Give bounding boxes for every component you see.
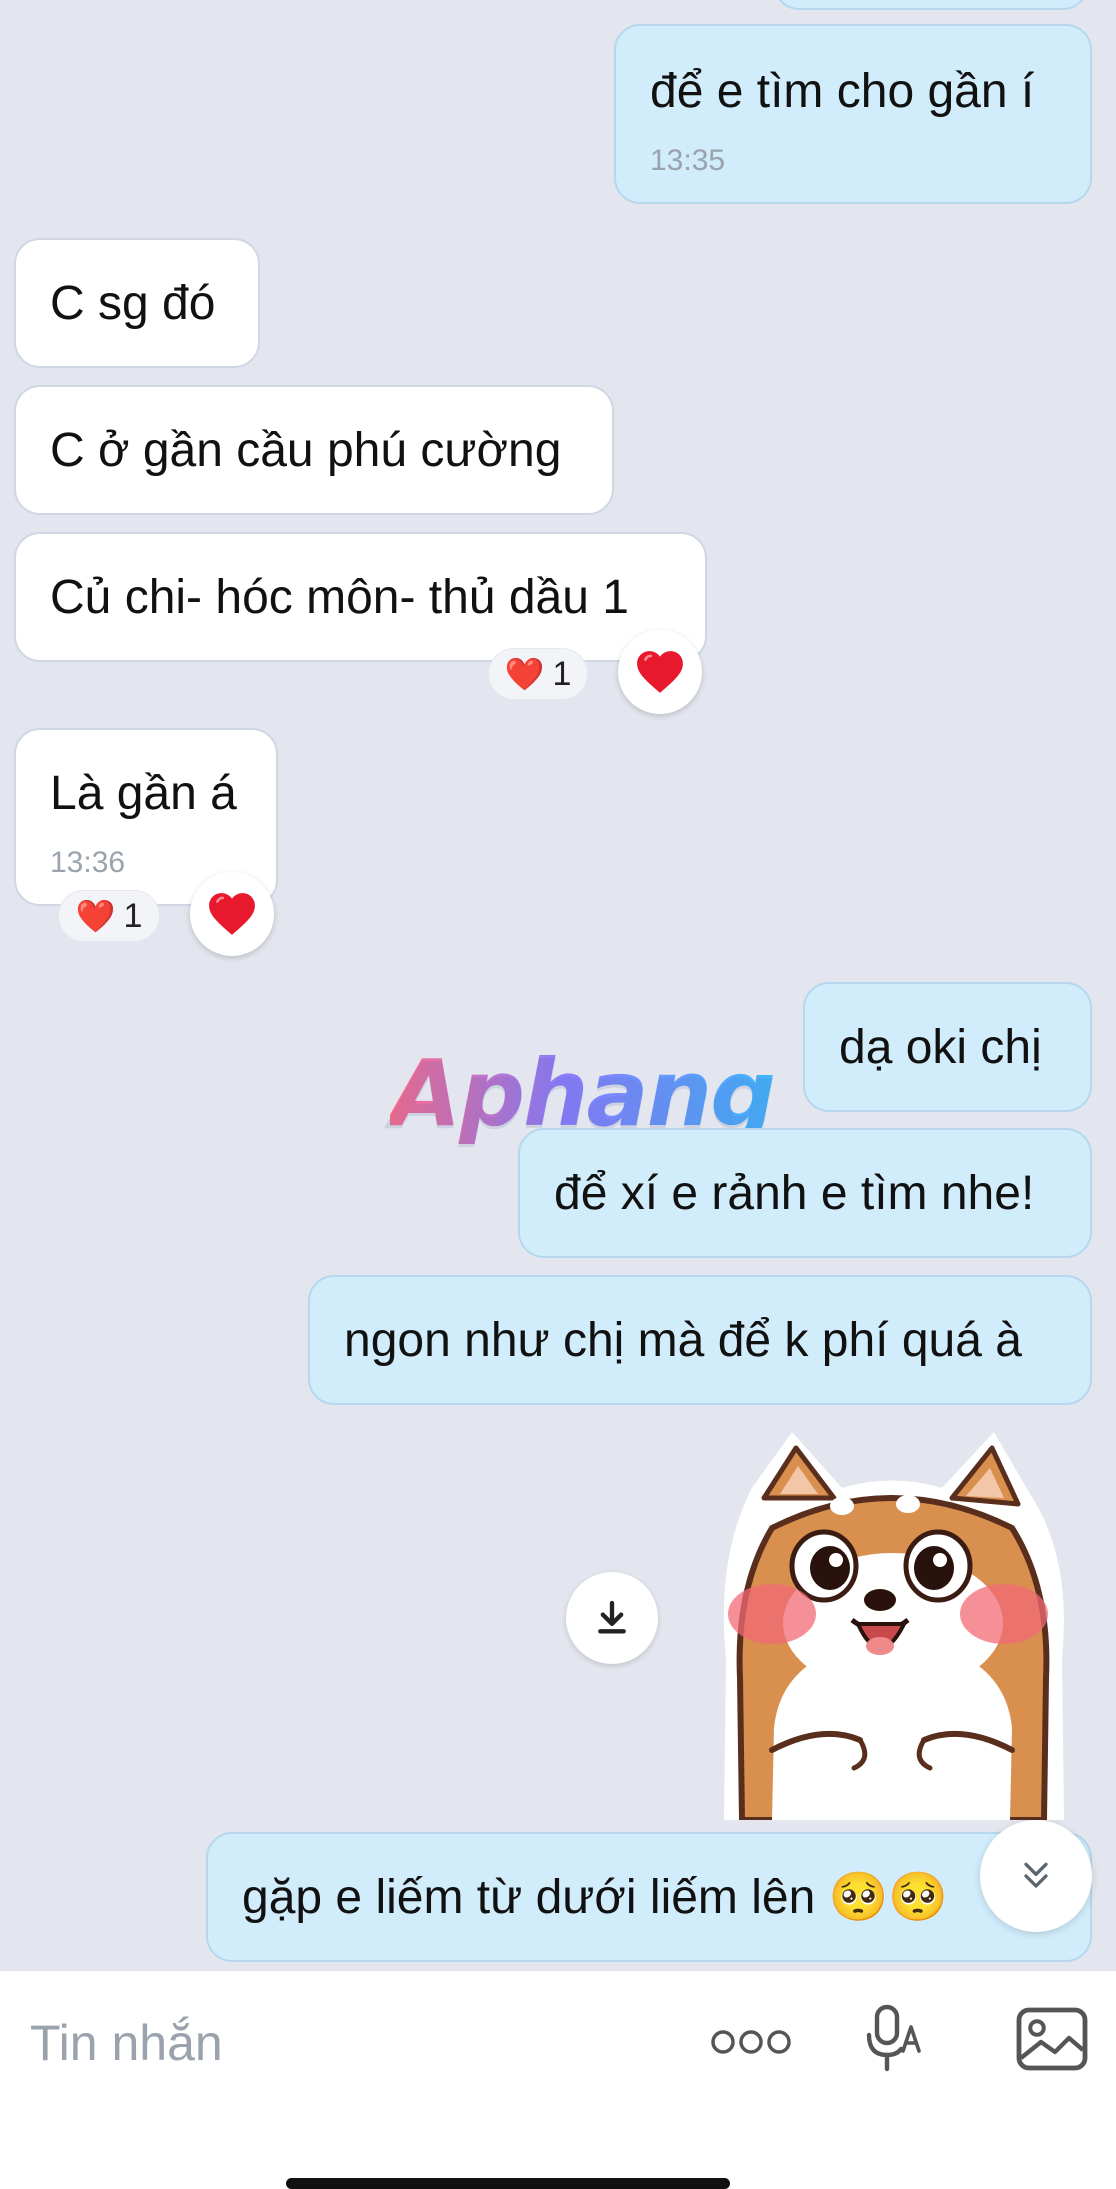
react-button[interactable] bbox=[190, 872, 274, 956]
message-incoming[interactable]: C ở gần cầu phú cường bbox=[14, 385, 614, 515]
download-sticker-button[interactable] bbox=[566, 1572, 658, 1664]
more-options-icon bbox=[711, 2030, 791, 2054]
voice-to-text-icon bbox=[866, 2004, 921, 2072]
image-icon bbox=[1016, 2007, 1088, 2071]
message-text: để xí e rảnh e tìm nhe! bbox=[554, 1167, 1035, 1220]
heart-icon bbox=[209, 893, 255, 935]
message-outgoing[interactable]: ngon như chị mà để k phí quá à bbox=[308, 1275, 1092, 1405]
message-outgoing[interactable]: để e tìm cho gần í 13:35 bbox=[614, 24, 1092, 204]
heart-emoji: ❤️ bbox=[504, 656, 545, 692]
home-indicator bbox=[286, 2178, 730, 2189]
message-text: C sg đó bbox=[50, 277, 216, 330]
message-input[interactable] bbox=[30, 2003, 650, 2083]
message-outgoing[interactable]: gặp e liếm từ dưới liếm lên 🥺🥺 bbox=[206, 1832, 1092, 1962]
message-outgoing[interactable]: dạ oki chị bbox=[803, 982, 1092, 1112]
reaction-count: 1 bbox=[552, 654, 572, 693]
react-button[interactable] bbox=[618, 630, 702, 714]
reaction-summary[interactable]: ❤️ 1 bbox=[488, 648, 588, 700]
download-icon bbox=[598, 1600, 626, 1634]
message-time: 13:35 bbox=[650, 144, 726, 177]
voice-to-text-button[interactable] bbox=[860, 1999, 930, 2079]
shiba-dog-sticker[interactable] bbox=[712, 1428, 1074, 1820]
message-text: gặp e liếm từ dưới liếm lên 🥺🥺 bbox=[242, 1871, 949, 1924]
chat-area[interactable]: để e tìm cho gần í 13:35 C sg đó C ở gần… bbox=[0, 0, 1116, 1970]
reaction-summary[interactable]: ❤️ 1 bbox=[58, 890, 160, 942]
message-time: 13:36 bbox=[50, 846, 126, 879]
heart-emoji: ❤️ bbox=[75, 898, 116, 934]
more-options-button[interactable] bbox=[706, 2017, 796, 2067]
message-outgoing[interactable]: để xí e rảnh e tìm nhe! bbox=[518, 1128, 1092, 1258]
message-text: C ở gần cầu phú cường bbox=[50, 424, 562, 477]
message-incoming[interactable]: Củ chi- hóc môn- thủ dầu 1 bbox=[14, 532, 707, 662]
scroll-to-bottom-button[interactable] bbox=[980, 1820, 1092, 1932]
reaction-count: 1 bbox=[123, 896, 143, 935]
message-composer bbox=[0, 1970, 1116, 2189]
message-text: ngon như chị mà để k phí quá à bbox=[344, 1314, 1022, 1367]
message-text: Là gần á bbox=[50, 767, 237, 820]
message-text: dạ oki chị bbox=[839, 1021, 1042, 1074]
double-chevron-down-icon bbox=[1024, 1862, 1048, 1888]
heart-icon bbox=[637, 651, 683, 693]
message-text: để e tìm cho gần í bbox=[650, 65, 1035, 118]
message-incoming[interactable]: C sg đó bbox=[14, 238, 260, 368]
message-bubble-partial[interactable] bbox=[774, 0, 1088, 10]
message-text: Củ chi- hóc môn- thủ dầu 1 bbox=[50, 571, 629, 624]
image-button[interactable] bbox=[1012, 2001, 1092, 2077]
